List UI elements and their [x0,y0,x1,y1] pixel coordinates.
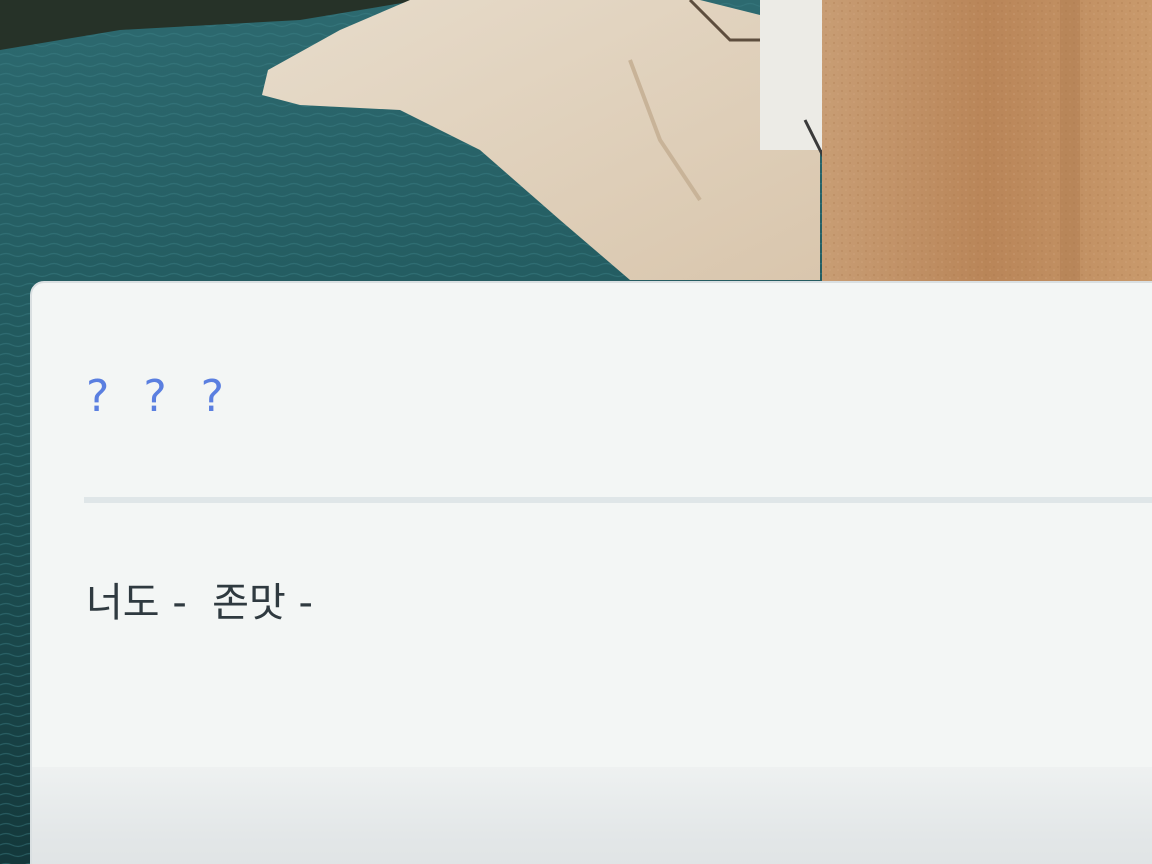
dialog-footer [32,767,1152,864]
dialog-card: ? ? ? 너도 - 존맛 - [30,281,1152,864]
dialog-title: ? ? ? [86,371,235,422]
dialog-message: 너도 - 존맛 - [86,580,313,626]
divider [84,497,1152,503]
